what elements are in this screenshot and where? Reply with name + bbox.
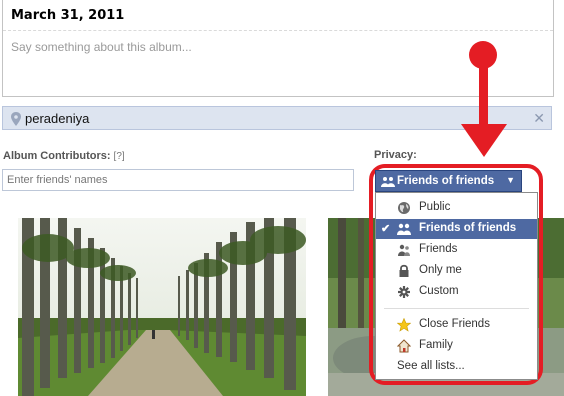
gear-icon (398, 286, 410, 298)
privacy-option-friends-of-friends[interactable]: ✔ Friends of friends (376, 219, 537, 239)
caret-down-icon: ▼ (506, 175, 515, 185)
privacy-selector-button[interactable]: Friends of friends ▼ (375, 170, 522, 192)
house-icon (397, 339, 411, 353)
help-link[interactable]: [?] (114, 151, 125, 162)
clear-location-button[interactable]: ✕ (533, 110, 545, 127)
lock-icon (399, 264, 409, 277)
checkmark-icon: ✔ (381, 223, 391, 235)
see-all-lists-link[interactable]: See all lists... (376, 357, 537, 377)
contributors-label: Album Contributors: [?] (3, 150, 125, 162)
privacy-option-only-me[interactable]: Only me (376, 261, 537, 281)
friends-group-icon (397, 223, 411, 235)
privacy-selected-label: Friends of friends (397, 175, 495, 187)
privacy-option-custom[interactable]: Custom (376, 282, 537, 302)
privacy-list-family[interactable]: Family (376, 336, 537, 356)
menu-divider (384, 308, 529, 309)
privacy-option-friends[interactable]: Friends (376, 240, 537, 260)
map-pin-icon (11, 112, 21, 126)
divider (3, 30, 553, 31)
privacy-label: Privacy: (374, 149, 417, 161)
privacy-dropdown-menu: Public ✔ Friends of friends Friends Only… (375, 192, 538, 380)
annotation-arrow (479, 62, 488, 130)
album-description-input[interactable]: Say something about this album... (11, 40, 192, 54)
annotation-arrow-head (461, 124, 507, 157)
friends-group-icon (381, 177, 395, 187)
privacy-option-public[interactable]: Public (376, 198, 537, 218)
location-value: peradeniya (25, 111, 90, 126)
album-date: March 31, 2011 (11, 8, 125, 23)
privacy-list-close-friends[interactable]: Close Friends (376, 315, 537, 335)
contributors-input[interactable] (2, 169, 354, 191)
annotation-arrow-dot (469, 41, 497, 69)
star-icon (397, 318, 411, 332)
friends-icon (398, 244, 410, 256)
album-photo[interactable] (18, 218, 306, 396)
globe-icon (398, 202, 410, 214)
